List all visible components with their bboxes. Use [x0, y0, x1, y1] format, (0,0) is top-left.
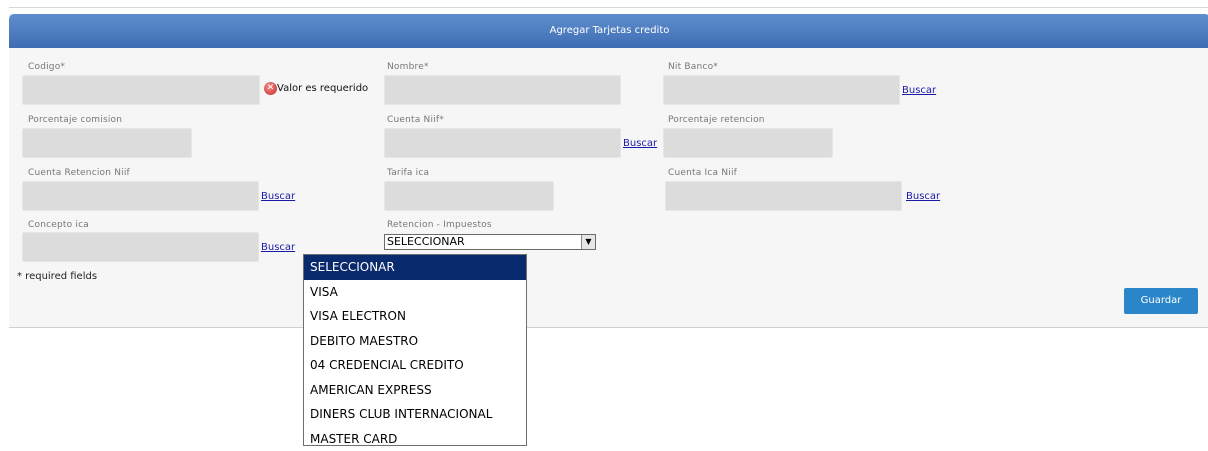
chevron-down-icon[interactable]: ▼	[581, 235, 595, 249]
cuenta-retencion-niif-input[interactable]	[22, 181, 259, 211]
error-icon: ✕	[264, 82, 277, 95]
cuenta-ica-niif-input[interactable]	[665, 181, 902, 211]
concepto-ica-label: Concepto ica	[28, 220, 89, 230]
dropdown-option[interactable]: SELECCIONAR	[304, 255, 526, 280]
dropdown-option[interactable]: 04 CREDENCIAL CREDITO	[304, 353, 526, 378]
select-value: SELECCIONAR	[387, 235, 465, 249]
cuenta-ica-niif-label: Cuenta Ica Niif	[668, 168, 737, 178]
save-button[interactable]: Guardar	[1124, 288, 1198, 314]
cuenta-niif-input[interactable]	[384, 128, 621, 158]
dropdown-option[interactable]: VISA	[304, 280, 526, 305]
dropdown-option[interactable]: VISA ELECTRON	[304, 304, 526, 329]
required-fields-note: * required fields	[17, 271, 97, 282]
dropdown-option[interactable]: MASTER CARD	[304, 427, 526, 451]
porcentaje-comision-label: Porcentaje comision	[28, 115, 122, 125]
nit-banco-buscar-link[interactable]: Buscar	[902, 85, 936, 96]
nombre-label: Nombre*	[387, 62, 429, 72]
tarifa-ica-input[interactable]	[384, 181, 554, 211]
form-title: Agregar Tarjetas credito	[9, 14, 1208, 48]
cuenta-niif-label: Cuenta Niif*	[387, 115, 444, 125]
concepto-ica-buscar-link[interactable]: Buscar	[261, 242, 295, 253]
porcentaje-retencion-input[interactable]	[663, 128, 833, 158]
nit-banco-label: Nit Banco*	[668, 62, 718, 72]
concepto-ica-input[interactable]	[22, 232, 259, 262]
tarifa-ica-label: Tarifa ica	[387, 168, 429, 178]
porcentaje-retencion-label: Porcentaje retencion	[668, 115, 765, 125]
cuenta-ica-buscar-link[interactable]: Buscar	[906, 191, 940, 202]
dropdown-option[interactable]: DINERS CLUB INTERNACIONAL	[304, 402, 526, 427]
nombre-input[interactable]	[384, 75, 621, 105]
cuenta-retencion-niif-label: Cuenta Retencion Niif	[28, 168, 130, 178]
nit-banco-input[interactable]	[663, 75, 900, 105]
codigo-error: ✕ Valor es requerido	[264, 82, 368, 95]
top-divider	[9, 7, 1208, 8]
error-message: Valor es requerido	[277, 83, 368, 94]
retencion-impuestos-label: Retencion - Impuestos	[387, 220, 492, 230]
codigo-label: Codigo*	[28, 62, 65, 72]
dropdown-option[interactable]: AMERICAN EXPRESS	[304, 378, 526, 403]
porcentaje-comision-input[interactable]	[22, 128, 192, 158]
form-panel	[9, 14, 1208, 328]
cuenta-retencion-buscar-link[interactable]: Buscar	[261, 191, 295, 202]
codigo-input[interactable]	[22, 75, 260, 105]
retencion-dropdown-list: SELECCIONAR VISA VISA ELECTRON DEBITO MA…	[303, 254, 527, 446]
dropdown-option[interactable]: DEBITO MAESTRO	[304, 329, 526, 354]
cuenta-niif-buscar-link[interactable]: Buscar	[623, 138, 657, 149]
retencion-impuestos-select[interactable]: SELECCIONAR ▼	[384, 234, 596, 250]
